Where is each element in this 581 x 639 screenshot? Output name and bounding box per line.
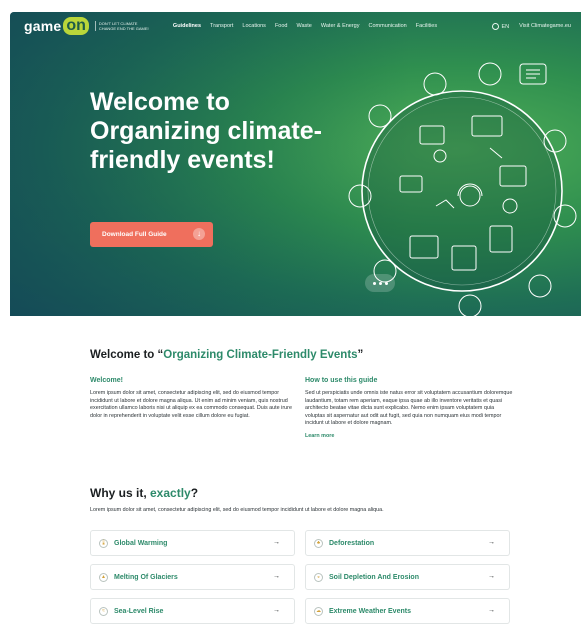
download-icon: ↓ (193, 228, 205, 240)
card-global-warming[interactable]: 🌡 Global Warming → (90, 530, 295, 556)
arrow-right-icon: → (273, 607, 280, 614)
nav-utilities: EN Visit Climategame.eu (492, 12, 571, 40)
arrow-right-icon: → (488, 539, 495, 546)
card-label: Extreme Weather Events (329, 607, 411, 615)
menu-item-guidelines[interactable]: Guidelines (173, 23, 201, 29)
card-soil-depletion[interactable]: ◒ Soil Depletion And Erosion → (305, 564, 510, 590)
visit-climategame-link[interactable]: Visit Climategame.eu (519, 23, 571, 29)
welcome-heading-highlight: Organizing Climate-Friendly Events (163, 349, 358, 361)
more-options-button[interactable] (365, 274, 395, 292)
tree-icon: ♣ (314, 538, 323, 548)
language-selector[interactable]: EN (492, 22, 510, 30)
wave-icon: ≈ (99, 606, 108, 616)
card-melting-of-glaciers[interactable]: ▲ Melting Of Glaciers → (90, 564, 295, 590)
hero-title: Welcome to Organizing climate-friendly e… (90, 88, 322, 174)
menu-item-communication[interactable]: Communication (369, 23, 407, 29)
globe-icon (492, 22, 500, 30)
dot-icon (384, 281, 388, 285)
arrow-right-icon: → (273, 539, 280, 546)
download-full-guide-button[interactable]: Download Full Guide ↓ (90, 222, 213, 247)
arrow-right-icon: → (488, 573, 495, 580)
guide-usage-text: Sed ut perspiciatis unde omnis iste natu… (305, 390, 513, 427)
why-text: Lorem ipsum dolor sit amet, consectetur … (90, 507, 384, 513)
why-heading: Why us it, exactly? (90, 486, 198, 500)
arrow-right-icon: → (273, 573, 280, 580)
learn-more-link[interactable]: Learn more (305, 433, 515, 439)
soil-icon: ◒ (314, 572, 323, 582)
dot-icon (372, 281, 376, 285)
menu-item-food[interactable]: Food (275, 23, 288, 29)
menu-item-water-energy[interactable]: Water & Energy (321, 23, 360, 29)
glacier-icon: ▲ (99, 572, 108, 582)
card-label: Melting Of Glaciers (114, 573, 178, 581)
welcome-heading: Welcome to “Organizing Climate-Friendly … (90, 349, 363, 361)
welcome-heading-prefix: Welcome to “ (90, 349, 164, 361)
language-label: EN (501, 23, 510, 30)
menu-item-locations[interactable]: Locations (242, 23, 266, 29)
card-deforestation[interactable]: ♣ Deforestation → (305, 530, 510, 556)
storm-icon: ☁ (314, 606, 323, 616)
why-heading-suffix: ? (190, 486, 199, 500)
guide-usage-column: How to use this guide Sed ut perspiciati… (305, 377, 515, 439)
card-label: Deforestation (329, 539, 375, 547)
logo-tagline: Don't let climate change end the game! (94, 21, 155, 31)
welcome-text: Lorem ipsum dolor sit amet, consectetur … (90, 390, 292, 419)
guide-usage-subtitle: How to use this guide (305, 377, 378, 384)
download-button-label: Download Full Guide (102, 231, 167, 238)
why-heading-prefix: Why us it, (90, 486, 150, 500)
hero-banner: game on Don't let climate change end the… (10, 12, 581, 316)
welcome-heading-suffix: ” (357, 349, 364, 361)
page: game on Don't let climate change end the… (0, 0, 581, 639)
thermometer-icon: 🌡 (99, 538, 108, 548)
menu-item-transport[interactable]: Transport (210, 23, 233, 29)
why-heading-highlight: exactly (150, 486, 191, 500)
logo[interactable]: game on Don't let climate change end the… (24, 17, 155, 35)
logo-on-badge: on (63, 17, 89, 35)
dot-icon (378, 281, 382, 285)
card-label: Sea-Level Rise (114, 607, 164, 615)
card-label: Global Warming (114, 539, 168, 547)
welcome-subtitle: Welcome! (90, 377, 123, 384)
welcome-column: Welcome! Lorem ipsum dolor sit amet, con… (90, 377, 300, 420)
arrow-right-icon: → (488, 607, 495, 614)
logo-text: game (24, 18, 62, 34)
card-label: Soil Depletion And Erosion (329, 573, 419, 581)
main-menu: Guidelines Transport Locations Food Wast… (173, 23, 446, 29)
menu-item-facilities[interactable]: Facilities (416, 23, 437, 29)
menu-item-waste[interactable]: Waste (296, 23, 311, 29)
top-navigation: game on Don't let climate change end the… (10, 12, 581, 40)
card-sea-level-rise[interactable]: ≈ Sea-Level Rise → (90, 598, 295, 624)
card-extreme-weather[interactable]: ☁ Extreme Weather Events → (305, 598, 510, 624)
